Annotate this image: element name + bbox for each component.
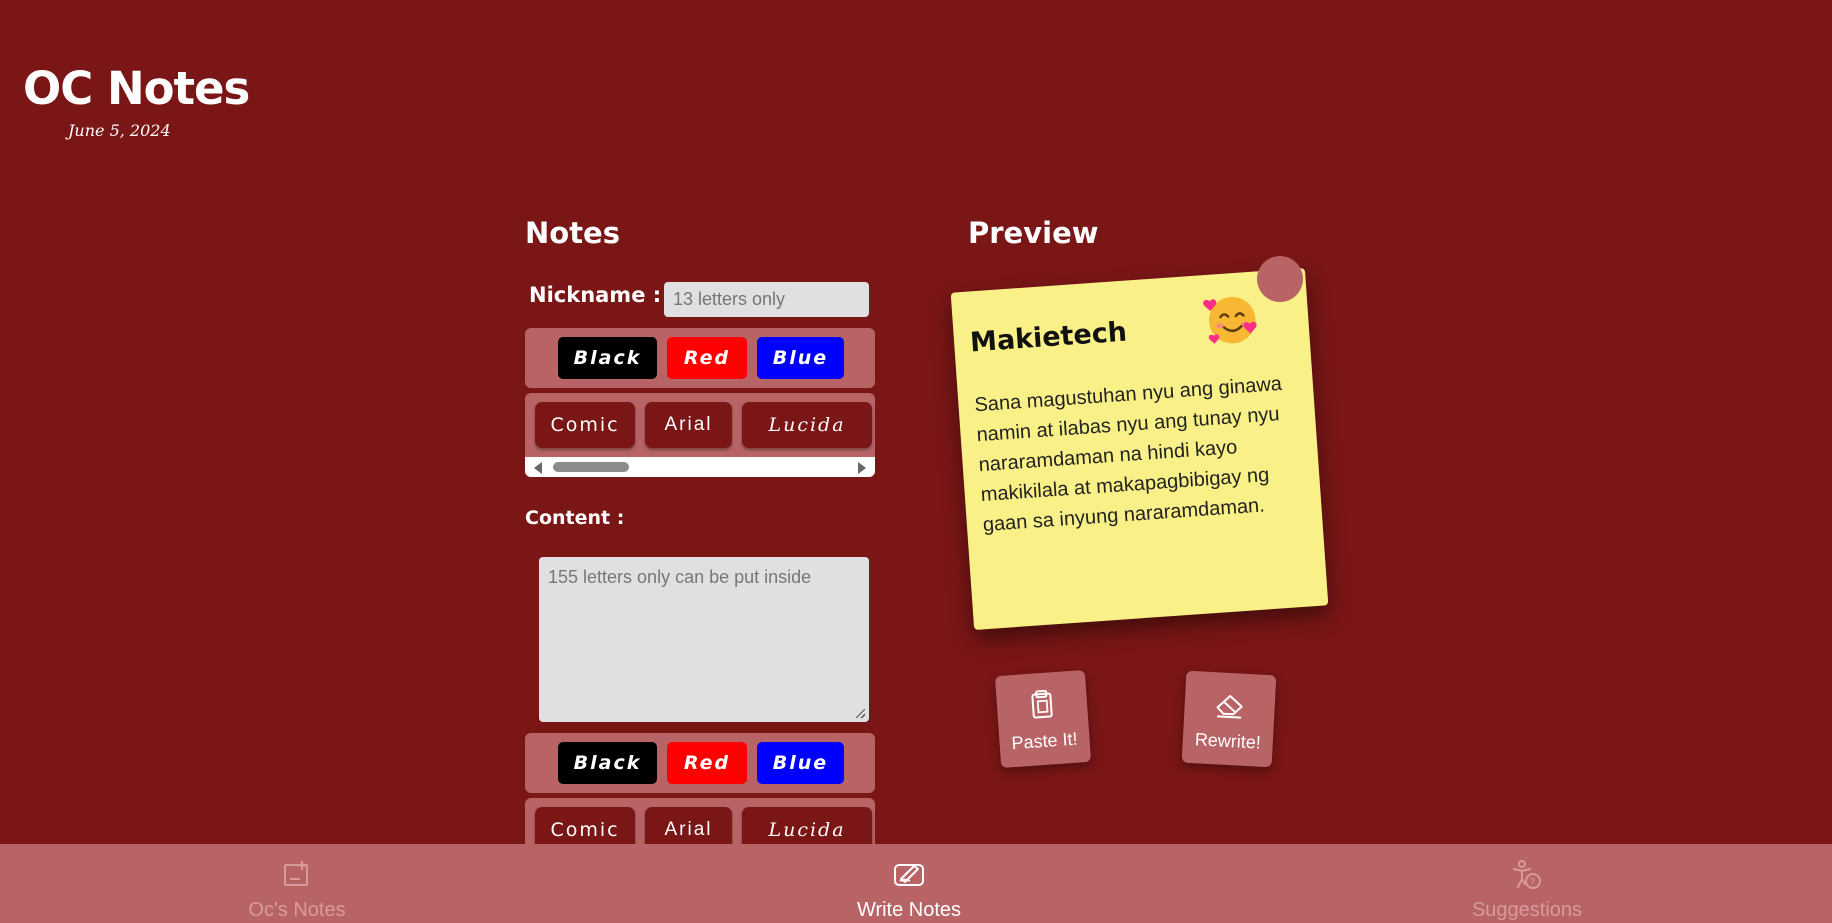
nickname-font-scrollbar[interactable] — [525, 457, 875, 477]
paste-label: Paste It! — [1010, 728, 1079, 754]
nickname-color-panel: Black Red Blue — [525, 328, 875, 388]
nickname-color-black-button[interactable]: Black — [558, 337, 657, 379]
app-title: OC Notes — [23, 62, 250, 115]
scroll-left-arrow-icon[interactable] — [534, 462, 542, 474]
app-date: June 5, 2024 — [68, 121, 171, 140]
content-color-black-button[interactable]: Black — [558, 742, 657, 784]
nav-item-write-notes[interactable]: Write Notes — [799, 844, 1019, 923]
nickname-font-comic-button[interactable]: Comic — [535, 402, 635, 448]
content-label: Content : — [525, 507, 625, 529]
nickname-input[interactable] — [664, 282, 869, 317]
clipboard-icon — [1031, 689, 1053, 719]
content-color-panel: Black Red Blue — [525, 733, 875, 793]
nav-label-suggestions: Suggestions — [1471, 899, 1583, 921]
rewrite-button[interactable]: Rewrite! — [1181, 670, 1277, 768]
preview-nickname: Makietech — [969, 316, 1128, 359]
pin-icon — [1257, 256, 1303, 302]
smiling-face-with-hearts-icon — [1203, 296, 1257, 344]
nav-label-write-notes: Write Notes — [856, 899, 962, 921]
nickname-font-arial-button[interactable]: Arial — [645, 402, 732, 448]
scroll-right-arrow-icon[interactable] — [858, 462, 866, 474]
content-color-blue-button[interactable]: Blue — [757, 742, 844, 784]
sticky-note-preview: Makietech Sana magustuhan nyu ang ginawa… — [950, 268, 1329, 630]
nickname-font-lucida-button[interactable]: Lucida — [742, 402, 872, 448]
preview-content: Sana magustuhan nyu ang ginawa namin at … — [973, 372, 1283, 537]
content-textarea[interactable]: 155 letters only can be put inside — [539, 557, 869, 722]
nickname-color-red-button[interactable]: Red — [667, 337, 747, 379]
rewrite-label: Rewrite! — [1194, 729, 1262, 753]
resize-grip-icon[interactable] — [856, 709, 865, 718]
scroll-thumb[interactable] — [553, 462, 629, 472]
nickname-color-blue-button[interactable]: Blue — [757, 337, 844, 379]
write-icon — [894, 864, 924, 886]
content-color-red-button[interactable]: Red — [667, 742, 747, 784]
nav-item-oc-notes[interactable]: Oc's Notes — [187, 844, 407, 923]
content-placeholder: 155 letters only can be put inside — [548, 567, 812, 587]
nav-item-suggestions[interactable]: ? Suggestions — [1417, 844, 1637, 923]
nickname-label: Nickname : — [529, 283, 662, 307]
suggestions-icon: ? — [1513, 860, 1541, 889]
notes-icon — [284, 861, 308, 886]
nav-label-oc-notes: Oc's Notes — [248, 899, 346, 921]
nickname-font-panel: Comic Arial Lucida — [525, 393, 875, 477]
preview-heading: Preview — [968, 216, 1099, 250]
eraser-icon — [1216, 695, 1243, 719]
bottom-nav: Oc's Notes Write Notes ? Suggestions — [0, 844, 1832, 923]
paste-button[interactable]: Paste It! — [994, 669, 1092, 769]
notes-heading: Notes — [525, 216, 620, 250]
svg-text:?: ? — [1530, 877, 1535, 888]
